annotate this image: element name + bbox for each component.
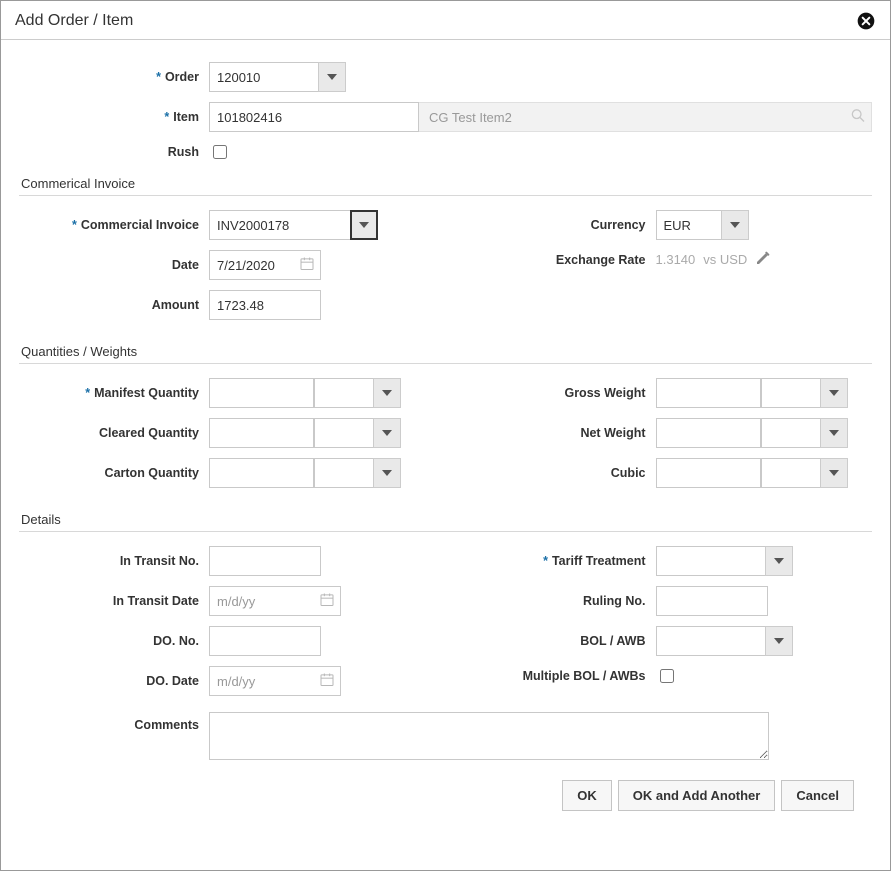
quantities-section-title: Quantities / Weights — [21, 344, 872, 359]
item-input[interactable] — [209, 102, 419, 132]
currency-input[interactable] — [656, 210, 722, 240]
manifest-qty-label: Manifest Quantity — [94, 386, 199, 400]
in-transit-no-input[interactable] — [209, 546, 321, 576]
exchange-rate-suffix: vs USD — [703, 252, 747, 267]
add-order-item-dialog: Add Order / Item * Order * Item CG Test … — [0, 0, 891, 871]
gross-weight-uom-input[interactable] — [761, 378, 821, 408]
order-label: Order — [165, 70, 199, 84]
dialog-title: Add Order / Item — [15, 12, 133, 30]
commercial-invoice-input[interactable] — [209, 210, 351, 240]
gross-weight-uom-dropdown[interactable] — [820, 378, 848, 408]
ci-date-input[interactable] — [209, 250, 321, 280]
commercial-invoice-label: Commercial Invoice — [81, 218, 199, 232]
tariff-treatment-label: Tariff Treatment — [552, 554, 646, 568]
currency-label: Currency — [591, 218, 646, 232]
cancel-button[interactable]: Cancel — [781, 780, 854, 811]
exchange-rate-value: 1.3140 — [656, 252, 696, 267]
ok-button[interactable]: OK — [562, 780, 612, 811]
ci-date-label: Date — [172, 258, 199, 272]
pencil-icon[interactable] — [755, 250, 771, 269]
details-section-title: Details — [21, 512, 872, 527]
commercial-invoice-section-title: Commerical Invoice — [21, 176, 872, 191]
in-transit-no-label: In Transit No. — [120, 554, 199, 568]
tariff-treatment-dropdown[interactable] — [765, 546, 793, 576]
net-weight-uom-input[interactable] — [761, 418, 821, 448]
comments-textarea[interactable] — [209, 712, 769, 760]
cleared-qty-uom-dropdown[interactable] — [373, 418, 401, 448]
multiple-bol-checkbox[interactable] — [660, 669, 674, 683]
carton-qty-uom-input[interactable] — [314, 458, 374, 488]
currency-dropdown-button[interactable] — [721, 210, 749, 240]
net-weight-input[interactable] — [656, 418, 761, 448]
cleared-qty-input[interactable] — [209, 418, 314, 448]
gross-weight-label: Gross Weight — [564, 386, 645, 400]
search-icon[interactable] — [850, 108, 866, 127]
net-weight-uom-dropdown[interactable] — [820, 418, 848, 448]
carton-qty-uom-dropdown[interactable] — [373, 458, 401, 488]
cubic-uom-dropdown[interactable] — [820, 458, 848, 488]
exchange-rate-label: Exchange Rate — [556, 253, 646, 267]
commercial-invoice-dropdown-button[interactable] — [350, 210, 378, 240]
bol-awb-label: BOL / AWB — [580, 634, 645, 648]
ruling-no-input[interactable] — [656, 586, 768, 616]
divider — [19, 363, 872, 364]
bol-awb-dropdown[interactable] — [765, 626, 793, 656]
in-transit-date-input[interactable] — [209, 586, 341, 616]
cleared-qty-label: Cleared Quantity — [99, 426, 199, 440]
ok-and-add-another-button[interactable]: OK and Add Another — [618, 780, 776, 811]
rush-checkbox[interactable] — [213, 145, 227, 159]
cubic-label: Cubic — [611, 466, 646, 480]
do-date-label: DO. Date — [146, 674, 199, 688]
divider — [19, 195, 872, 196]
bol-awb-input[interactable] — [656, 626, 766, 656]
item-label: Item — [173, 110, 199, 124]
amount-input[interactable] — [209, 290, 321, 320]
net-weight-label: Net Weight — [580, 426, 645, 440]
close-icon[interactable] — [856, 11, 876, 31]
manifest-qty-uom-dropdown[interactable] — [373, 378, 401, 408]
carton-qty-input[interactable] — [209, 458, 314, 488]
dialog-titlebar: Add Order / Item — [1, 1, 890, 40]
order-input[interactable] — [209, 62, 319, 92]
dialog-body: * Order * Item CG Test Item2 Rush — [1, 40, 890, 870]
divider — [19, 531, 872, 532]
cleared-qty-uom-input[interactable] — [314, 418, 374, 448]
amount-label: Amount — [152, 298, 199, 312]
manifest-qty-uom-input[interactable] — [314, 378, 374, 408]
carton-qty-label: Carton Quantity — [105, 466, 199, 480]
order-dropdown-button[interactable] — [318, 62, 346, 92]
rush-label: Rush — [168, 145, 199, 159]
cubic-input[interactable] — [656, 458, 761, 488]
gross-weight-input[interactable] — [656, 378, 761, 408]
dialog-footer: OK OK and Add Another Cancel — [19, 770, 872, 825]
in-transit-date-label: In Transit Date — [113, 594, 199, 608]
manifest-qty-input[interactable] — [209, 378, 314, 408]
comments-label: Comments — [134, 718, 199, 732]
do-no-label: DO. No. — [153, 634, 199, 648]
do-no-input[interactable] — [209, 626, 321, 656]
cubic-uom-input[interactable] — [761, 458, 821, 488]
tariff-treatment-input[interactable] — [656, 546, 766, 576]
item-description: CG Test Item2 — [419, 102, 872, 132]
do-date-input[interactable] — [209, 666, 341, 696]
multiple-bol-label: Multiple BOL / AWBs — [523, 669, 646, 683]
ruling-no-label: Ruling No. — [583, 594, 646, 608]
